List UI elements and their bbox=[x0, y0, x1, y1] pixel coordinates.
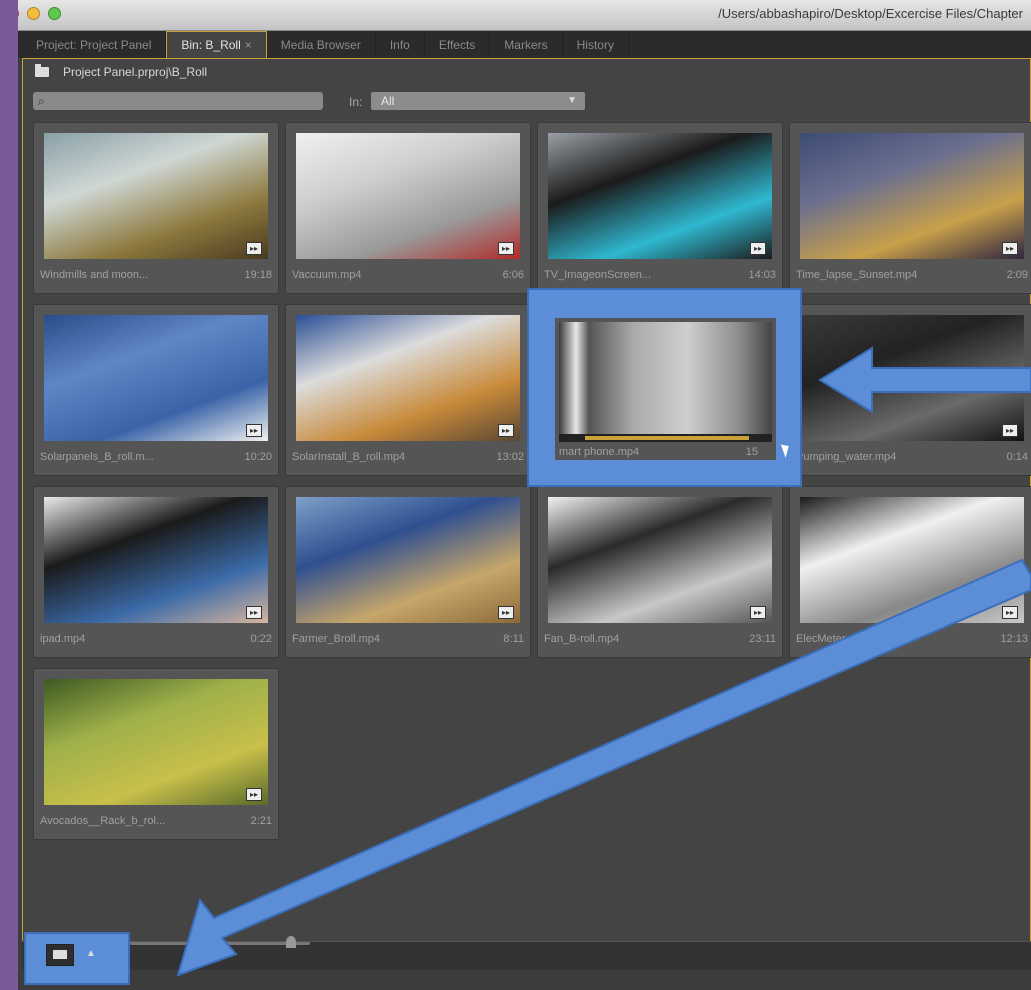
arrow-to-clip bbox=[818, 346, 1031, 414]
arrow-to-view-buttons bbox=[176, 558, 1031, 977]
annotation-arrows bbox=[176, 346, 1031, 977]
